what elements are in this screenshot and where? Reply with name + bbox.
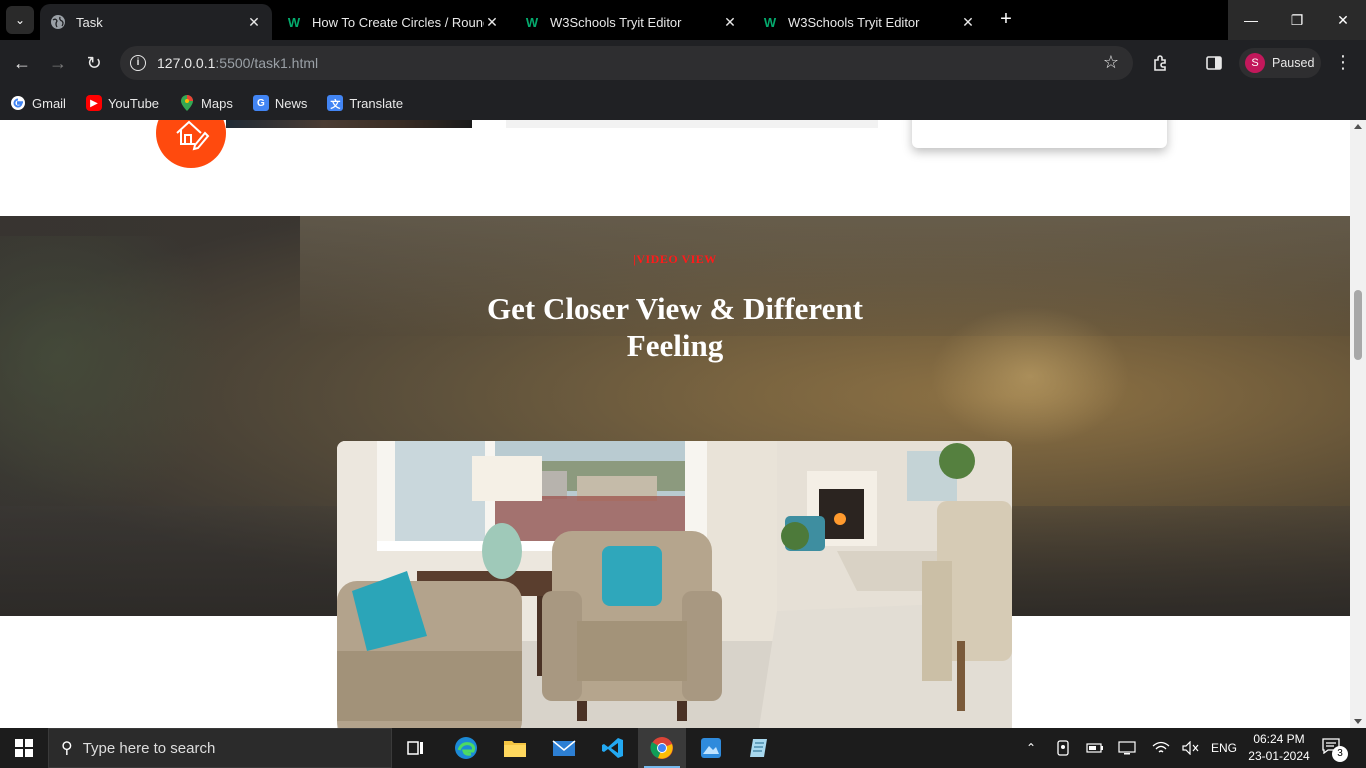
photos-icon[interactable] <box>687 728 735 768</box>
site-info-icon[interactable]: i <box>130 55 146 71</box>
mail-icon[interactable] <box>540 728 588 768</box>
avatar: S <box>1245 53 1265 73</box>
previous-section-shadow-card <box>912 120 1167 148</box>
page-scrollbar[interactable] <box>1350 120 1366 728</box>
profile-status: Paused <box>1272 56 1315 70</box>
tab-close-icon[interactable]: ✕ <box>484 14 500 31</box>
previous-section-image <box>226 120 472 128</box>
close-window-button[interactable]: ✕ <box>1320 0 1366 40</box>
new-tab-button[interactable]: + <box>994 8 1018 32</box>
google-news-icon: G <box>252 95 269 111</box>
tab-w3schools-tryit-1[interactable]: W W3Schools Tryit Editor ✕ <box>514 4 748 40</box>
meet-now-icon[interactable] <box>1052 728 1074 768</box>
tab-close-icon[interactable]: ✕ <box>246 14 262 31</box>
clock-date: 23-01-2024 <box>1248 749 1310 763</box>
task-view-icon[interactable] <box>392 728 440 768</box>
bookmark-gmail[interactable]: Gmail <box>10 95 66 111</box>
forward-button[interactable]: → <box>44 49 72 77</box>
search-icon: ⚲ <box>61 740 73 757</box>
bookmark-maps[interactable]: Maps <box>179 95 233 111</box>
tab-close-icon[interactable]: ✕ <box>722 14 738 31</box>
bookmarks-bar: Gmail ▶ YouTube Maps G News 文 Translate <box>0 86 1366 120</box>
section-tag: |VIDEO VIEW <box>633 252 717 266</box>
background-window-glow <box>930 306 1130 446</box>
bookmark-label: YouTube <box>107 95 160 111</box>
system-clock[interactable]: 06:24 PM 23-01-2024 <box>1244 731 1314 765</box>
scrollbar-thumb[interactable] <box>1354 290 1362 360</box>
background-palm <box>0 236 240 536</box>
bookmark-news[interactable]: G News <box>252 95 308 111</box>
url-host: 127.0.0.1 <box>157 55 216 71</box>
tab-strip: ⌄ Task ✕ W How To Create Circles / Round… <box>0 0 1366 40</box>
tab-title: How To Create Circles / Round D <box>312 14 484 30</box>
living-room-photo[interactable] <box>337 441 1012 728</box>
windows-start-button[interactable] <box>0 728 48 768</box>
tab-title: Task <box>76 14 103 30</box>
tab-how-to-circles[interactable]: W How To Create Circles / Round D ✕ <box>276 4 510 40</box>
maps-pin-icon <box>179 95 195 111</box>
taskbar-search[interactable]: ⚲ <box>48 728 392 768</box>
bookmark-label: Maps <box>201 95 233 111</box>
vscode-icon[interactable] <box>589 728 637 768</box>
globe-icon <box>50 14 66 30</box>
profile-button[interactable]: S Paused <box>1239 48 1321 78</box>
youtube-icon: ▶ <box>85 95 102 111</box>
google-icon <box>10 95 26 111</box>
w3schools-icon: W <box>763 14 777 30</box>
extensions-icon[interactable] <box>1150 52 1172 74</box>
tab-search-button[interactable]: ⌄ <box>6 6 34 34</box>
back-button[interactable]: ← <box>8 49 36 77</box>
notepad-app-icon[interactable] <box>736 728 784 768</box>
taskbar-search-input[interactable] <box>82 739 363 757</box>
notification-center-icon[interactable]: 3 <box>1322 738 1348 762</box>
bookmark-label: Gmail <box>32 95 66 111</box>
file-explorer-icon[interactable] <box>491 728 539 768</box>
windows-logo-icon <box>15 739 33 757</box>
w3schools-icon: W <box>525 14 539 30</box>
edge-icon[interactable] <box>442 728 490 768</box>
wifi-icon[interactable] <box>1150 728 1172 768</box>
restore-button[interactable]: ❐ <box>1274 0 1320 40</box>
page-viewport: |VIDEO VIEW Get Closer View & Different … <box>0 120 1350 728</box>
language-indicator[interactable]: ENG <box>1208 728 1240 768</box>
windows-taskbar: ⚲ ⌃ ENG 06:24 PM 23-01-2024 <box>0 728 1366 768</box>
tab-title: W3Schools Tryit Editor <box>788 14 920 30</box>
section-heading: Get Closer View & Different Feeling <box>487 291 863 363</box>
more-menu-icon[interactable]: ⋮ <box>1334 52 1352 73</box>
bookmark-translate[interactable]: 文 Translate <box>327 95 403 111</box>
url-path: :5500/task1.html <box>215 55 319 71</box>
bookmark-label: News <box>274 95 308 111</box>
bookmark-star-icon[interactable]: ☆ <box>1103 52 1119 73</box>
side-panel-icon[interactable] <box>1203 52 1225 74</box>
clock-time: 06:24 PM <box>1253 732 1305 746</box>
browser-toolbar: ← → ↻ i 127.0.0.1:5500/task1.html ☆ S Pa… <box>0 40 1366 86</box>
reload-button[interactable]: ↻ <box>80 49 108 77</box>
display-icon[interactable] <box>1116 728 1138 768</box>
chrome-icon[interactable] <box>638 728 686 768</box>
previous-section-card <box>506 120 878 128</box>
minimize-button[interactable]: — <box>1228 0 1274 40</box>
scroll-up-arrow[interactable] <box>1354 124 1362 129</box>
bookmark-youtube[interactable]: ▶ YouTube <box>85 95 160 111</box>
scroll-down-arrow[interactable] <box>1354 719 1362 724</box>
house-edit-icon <box>156 120 226 168</box>
tab-task[interactable]: Task ✕ <box>40 4 272 40</box>
tab-title: W3Schools Tryit Editor <box>550 14 682 30</box>
battery-icon[interactable] <box>1084 728 1106 768</box>
google-translate-icon: 文 <box>327 95 344 111</box>
volume-muted-icon[interactable] <box>1180 728 1202 768</box>
url-text: 127.0.0.1:5500/task1.html <box>157 55 318 71</box>
bookmark-label: Translate <box>349 95 404 111</box>
w3schools-icon: W <box>287 14 301 30</box>
tab-w3schools-tryit-2[interactable]: W W3Schools Tryit Editor ✕ <box>752 4 986 40</box>
tab-close-icon[interactable]: ✕ <box>960 14 976 31</box>
address-bar[interactable]: i 127.0.0.1:5500/task1.html ☆ <box>120 46 1133 80</box>
notification-count-badge: 3 <box>1332 746 1348 762</box>
show-hidden-icons[interactable]: ⌃ <box>1022 728 1040 768</box>
